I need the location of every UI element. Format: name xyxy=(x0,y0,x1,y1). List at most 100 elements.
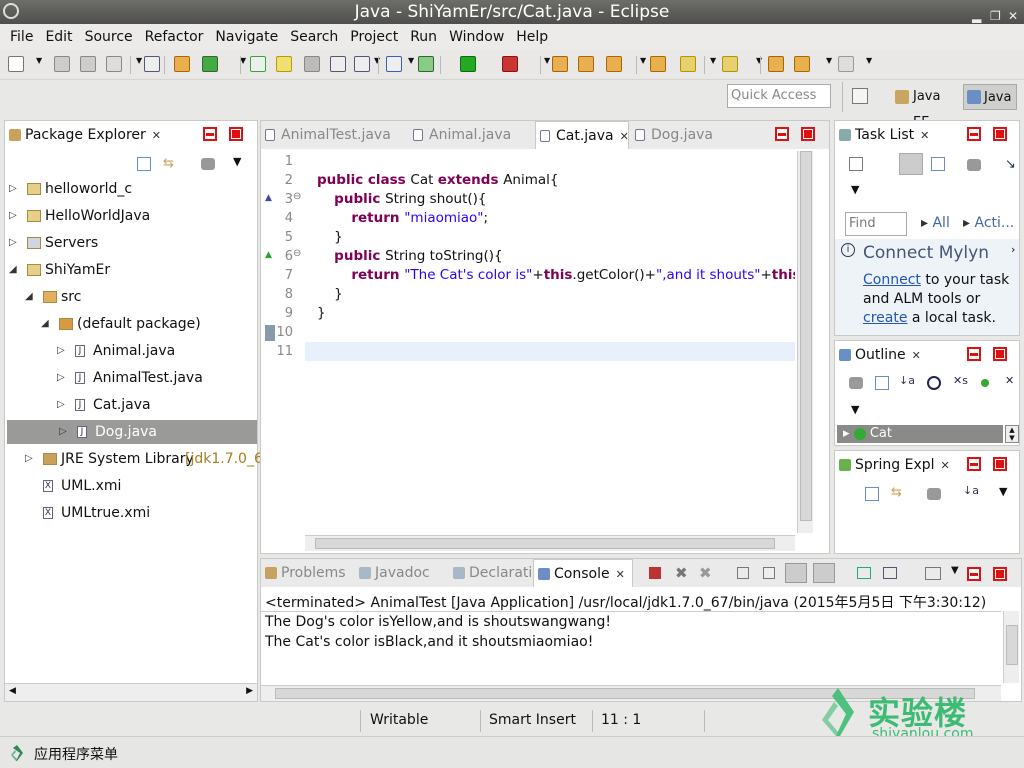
new-package-icon[interactable] xyxy=(202,56,218,72)
minimize-view-button[interactable] xyxy=(203,127,217,141)
pin-console-icon[interactable] xyxy=(857,567,871,579)
hide-local-types-icon[interactable]: ✕ xyxy=(1005,374,1014,387)
tree-item[interactable]: ◢ ShiYamEr xyxy=(5,258,255,282)
toggle-block-icon[interactable] xyxy=(304,56,320,72)
scroll-lock-icon[interactable] xyxy=(763,567,775,579)
save-icon[interactable] xyxy=(54,56,70,72)
tree-item[interactable]: ▷ J Cat.java xyxy=(5,393,255,417)
code-line[interactable]: } xyxy=(305,304,795,323)
expand-arrow-icon[interactable]: ▷ xyxy=(9,204,17,228)
new-icon[interactable] xyxy=(8,56,24,72)
menu-project[interactable]: Project xyxy=(344,29,404,45)
tree-item[interactable]: X UMLtrue.xmi xyxy=(5,501,255,525)
menu-file[interactable]: File xyxy=(4,29,39,45)
tree-item[interactable]: ▷ J Dog.java xyxy=(7,420,257,444)
tab-spring-explorer[interactable]: Spring Expl ✕ xyxy=(835,451,955,479)
clear-console-icon[interactable] xyxy=(737,567,749,579)
collapse-arrow-icon[interactable]: ◢ xyxy=(9,258,17,282)
menu-window[interactable]: Window xyxy=(443,29,510,45)
dropdown-arrow-icon[interactable]: ▼ xyxy=(866,56,874,66)
tree-item[interactable]: ▷ HelloWorldJava xyxy=(5,204,255,228)
close-icon[interactable]: ✕ xyxy=(920,129,929,142)
forward-icon[interactable] xyxy=(838,56,854,72)
link-with-editor-icon[interactable]: ⇆ xyxy=(891,485,902,500)
open-task-icon[interactable] xyxy=(650,56,666,72)
tab-animal-java[interactable]: Animal.java xyxy=(409,121,529,149)
maximize-view-button[interactable] xyxy=(993,127,1007,141)
horizontal-scrollbar[interactable]: ◀ ▶ xyxy=(5,683,257,701)
maximize-view-button[interactable] xyxy=(993,567,1007,581)
maximize-view-button[interactable] xyxy=(993,347,1007,361)
dropdown-arrow-icon[interactable]: ▼ xyxy=(136,56,144,66)
open-console-icon[interactable] xyxy=(925,567,941,580)
minimize-view-button[interactable] xyxy=(967,457,981,471)
tree-item[interactable]: ▷ J AnimalTest.java xyxy=(5,366,255,390)
tab-console[interactable]: Console ✕ xyxy=(533,559,633,587)
menu-search[interactable]: Search xyxy=(284,29,344,45)
perspective-java-ee[interactable]: Java EE xyxy=(893,84,959,130)
tab-problems[interactable]: Problems xyxy=(261,559,351,587)
connect-link[interactable]: Connect xyxy=(863,272,921,288)
editor-maximize-button[interactable] xyxy=(801,127,815,141)
create-link[interactable]: create xyxy=(863,310,907,326)
menu-edit[interactable]: Edit xyxy=(39,29,78,45)
expand-arrow-icon[interactable]: ▷ xyxy=(59,420,67,444)
annotation-icon[interactable] xyxy=(680,56,696,72)
code-line[interactable]: return "miaomiao"; xyxy=(305,209,795,228)
tree-item[interactable]: X UML.xmi xyxy=(5,474,255,498)
view-menu-icon[interactable]: ▼ xyxy=(851,183,859,196)
console-output[interactable]: The Dog's color isYellow,and is shoutswa… xyxy=(261,611,1001,683)
outline-item-cat[interactable]: ▸ Cat xyxy=(837,425,1003,443)
fold-icon[interactable]: ⊖ xyxy=(293,191,301,202)
code-area[interactable]: public class Cat extends Animal{ public … xyxy=(305,151,795,533)
skip-breakpoints-icon[interactable] xyxy=(386,56,402,72)
view-menu-icon[interactable]: ▼ xyxy=(233,155,241,168)
mylyn-close-icon[interactable]: › xyxy=(1011,243,1015,256)
filter-active[interactable]: ▸ Acti... xyxy=(963,215,1014,231)
collapse-all-icon[interactable] xyxy=(865,487,879,501)
perspective-java[interactable]: Java xyxy=(963,84,1017,110)
outline-scroll[interactable]: ▲ ▼ xyxy=(1005,425,1019,443)
minimize-view-button[interactable] xyxy=(967,127,981,141)
maximize-view-button[interactable] xyxy=(993,457,1007,471)
minimize-view-button[interactable] xyxy=(967,567,981,581)
app-menu-icon[interactable] xyxy=(10,745,24,761)
filter-all[interactable]: ▸ All xyxy=(921,215,950,231)
override-marker-icon[interactable]: ▲ xyxy=(265,193,272,203)
view-menu-icon[interactable]: ▼ xyxy=(851,403,859,416)
link-with-editor-icon[interactable]: ⇆ xyxy=(163,157,177,171)
back-icon[interactable] xyxy=(794,56,810,72)
open-folder-icon[interactable] xyxy=(578,56,594,72)
view-menu-icon[interactable]: ▼ xyxy=(999,485,1007,498)
external-tools-icon[interactable] xyxy=(502,56,518,72)
editor-horizontal-scrollbar[interactable] xyxy=(305,535,795,551)
dropdown-arrow-icon[interactable]: ▼ xyxy=(408,56,416,66)
close-icon[interactable]: ✕ xyxy=(152,129,161,142)
collapse-all-icon[interactable] xyxy=(137,157,151,171)
dropdown-arrow-icon[interactable]: ▼ xyxy=(640,56,648,66)
expand-arrow-icon[interactable]: ▷ xyxy=(57,366,65,390)
task-find-input[interactable]: Find xyxy=(845,212,907,236)
close-icon[interactable]: ✕ xyxy=(616,568,625,581)
minimize-view-button[interactable] xyxy=(967,347,981,361)
dropdown-arrow-icon[interactable]: ▼ xyxy=(710,56,718,66)
tree-item[interactable]: ▷ Servers xyxy=(5,231,255,255)
eclipse-app-icon[interactable] xyxy=(3,3,19,19)
tab-cat-java[interactable]: Cat.java ✕ xyxy=(535,121,629,149)
tab-animaltest-java[interactable]: AnimalTest.java xyxy=(261,121,401,149)
remove-launch-icon[interactable]: ✖ xyxy=(675,564,688,582)
expand-arrow-icon[interactable]: ▷ xyxy=(57,393,65,417)
code-line[interactable] xyxy=(305,342,795,361)
close-icon[interactable]: ✕ xyxy=(620,130,629,143)
tab-declaration[interactable]: Declaration xyxy=(449,559,550,587)
tab-dog-java[interactable]: Dog.java xyxy=(631,121,723,149)
implement-marker-icon[interactable]: ▲ xyxy=(265,250,272,260)
tab-javadoc[interactable]: Javadoc xyxy=(355,559,445,587)
editor-minimize-button[interactable] xyxy=(775,127,789,141)
expand-arrow-icon[interactable]: ▷ xyxy=(9,177,17,201)
menu-source[interactable]: Source xyxy=(79,29,139,45)
quick-access-input[interactable]: Quick Access xyxy=(727,84,831,108)
hide-static-icon[interactable]: ✕s xyxy=(953,374,968,387)
terminate-icon[interactable] xyxy=(649,567,661,579)
filter-icon[interactable] xyxy=(967,159,981,171)
